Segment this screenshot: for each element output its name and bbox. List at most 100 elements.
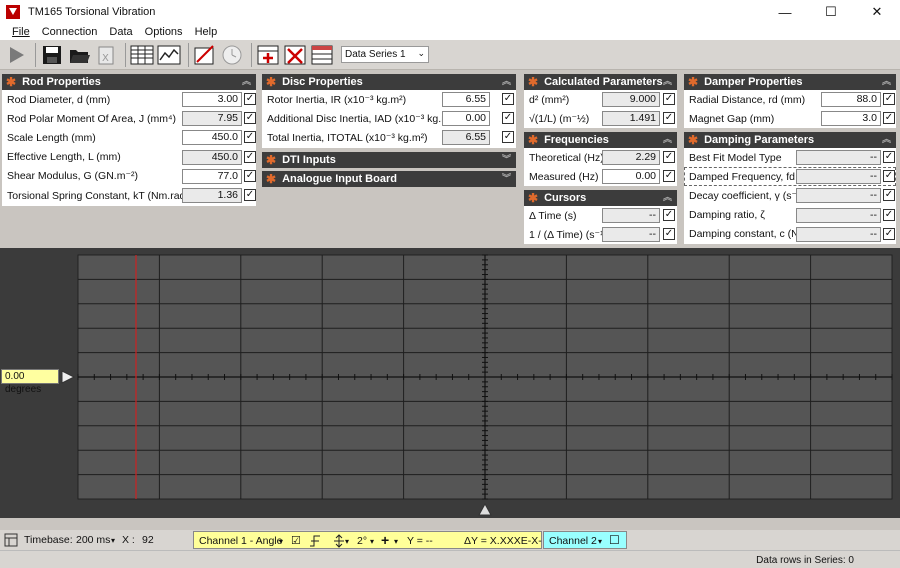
checkbox-checked-icon[interactable]: ✓ (663, 112, 675, 125)
plot-area[interactable] (0, 248, 900, 518)
field-value[interactable]: 450.0 (182, 130, 242, 146)
disc-properties-header[interactable]: ✱ Disc Properties ︽ (262, 74, 516, 90)
panel-title: Frequencies (544, 134, 609, 146)
menu-data[interactable]: Data (103, 26, 138, 38)
disc-row: Rotor Inertia, IR (x10⁻³ kg.m²) 6.55 ✓ (262, 90, 516, 109)
chevron-down-icon[interactable]: ▾ (370, 537, 374, 546)
field-label: d² (mm²) (529, 93, 570, 106)
field-value: -- (796, 150, 881, 165)
checkbox-checked-icon[interactable]: ✓ (883, 208, 895, 221)
open-button[interactable] (67, 43, 91, 67)
checkbox-checked-icon[interactable]: ✓ (244, 150, 256, 163)
frequencies-header[interactable]: ✱ Frequencies ︽ (524, 132, 677, 148)
freq-row: Theoretical (Hz) 2.29 ✓ (524, 148, 677, 167)
oscilloscope-plot[interactable] (0, 248, 900, 518)
y-marker-arrow-icon[interactable] (61, 370, 76, 384)
play-button[interactable] (4, 43, 28, 67)
checkbox-checked-icon[interactable]: ☑ (291, 534, 301, 547)
checkbox-checked-icon[interactable]: ✓ (883, 93, 895, 105)
collapse-icon[interactable]: ︽ (242, 74, 251, 87)
expand-icon[interactable]: ︾ (502, 152, 511, 165)
save-button[interactable] (40, 43, 64, 67)
analogue-input-header[interactable]: ✱ Analogue Input Board ︾ (262, 171, 516, 187)
clear-graph-button[interactable] (193, 43, 217, 67)
checkbox-checked-icon[interactable]: ✓ (244, 93, 256, 105)
cursors-header[interactable]: ✱ Cursors ︽ (524, 190, 677, 206)
rod-properties-header[interactable]: ✱ Rod Properties ︽ (2, 74, 256, 90)
calculated-parameters-header[interactable]: ✱ Calculated Parameters ︽ (524, 74, 677, 90)
field-value[interactable]: 0.00 (442, 111, 490, 127)
checkbox-checked-icon[interactable]: ✓ (883, 189, 895, 202)
panel-title: Cursors (544, 192, 587, 204)
checkbox-checked-icon[interactable]: ✓ (663, 170, 675, 183)
export-excel-button[interactable]: X (94, 43, 118, 67)
checkbox-checked-icon[interactable]: ✓ (244, 112, 256, 125)
x-marker-arrow-icon[interactable] (478, 502, 492, 516)
checkbox-checked-icon[interactable]: ✓ (244, 188, 256, 201)
checkbox-checked-icon[interactable]: ✓ (663, 151, 675, 163)
damping-parameters-header[interactable]: ✱ Damping Parameters ︽ (684, 132, 896, 148)
series-settings-button[interactable] (310, 43, 334, 67)
cursors-row: Δ Time (s) -- ✓ (524, 206, 677, 225)
table-view-button[interactable] (130, 43, 154, 67)
checkbox-checked-icon[interactable]: ✓ (883, 151, 895, 163)
field-label: Effective Length, L (mm) (7, 151, 121, 164)
trigger-icon[interactable] (309, 534, 321, 548)
checkbox-checked-icon[interactable]: ✓ (244, 131, 256, 144)
dti-inputs-header[interactable]: ✱ DTI Inputs ︾ (262, 152, 516, 168)
channel-2-select[interactable]: Channel 2 (549, 535, 597, 547)
collapse-icon[interactable]: ︽ (663, 190, 672, 203)
menu-options[interactable]: Options (139, 26, 189, 38)
data-series-select[interactable]: Data Series 1 ⌄ (341, 46, 429, 63)
checkbox-checked-icon[interactable]: ✓ (502, 93, 514, 105)
chevron-down-icon[interactable]: ▾ (279, 537, 283, 546)
close-button[interactable]: ✕ (854, 0, 900, 24)
checkbox-checked-icon[interactable]: ✓ (663, 209, 675, 221)
checkbox-checked-icon[interactable]: ✓ (502, 112, 514, 125)
collapse-icon[interactable]: ︽ (882, 132, 891, 145)
checkbox-checked-icon[interactable]: ✓ (244, 169, 256, 182)
expand-icon[interactable]: ︾ (502, 171, 511, 184)
field-value[interactable]: 77.0 (182, 168, 242, 184)
chevron-down-icon[interactable]: ▾ (394, 537, 398, 546)
timer-button[interactable] (220, 43, 244, 67)
collapse-icon[interactable]: ︽ (882, 74, 891, 87)
channel-1-select[interactable]: Channel 1 - Angle (199, 535, 282, 547)
chevron-down-icon[interactable]: ▾ (345, 537, 349, 546)
damper-properties-header[interactable]: ✱ Damper Properties ︽ (684, 74, 896, 90)
minimize-button[interactable]: — (762, 0, 808, 24)
vertical-scale-icon[interactable] (333, 534, 345, 548)
menu-file[interactable]: File (6, 26, 36, 38)
chevron-down-icon[interactable]: ▾ (598, 537, 602, 546)
folder-open-icon (70, 49, 90, 63)
collapse-icon[interactable]: ︽ (502, 74, 511, 87)
delete-series-button[interactable] (283, 43, 307, 67)
field-value[interactable]: 3.0 (821, 111, 881, 127)
collapse-icon[interactable]: ︽ (663, 132, 672, 145)
field-value[interactable]: 88.0 (821, 92, 881, 107)
layout-icon[interactable] (4, 533, 18, 547)
add-series-button[interactable] (256, 43, 280, 67)
checkbox-checked-icon[interactable]: ✓ (663, 228, 675, 241)
timebase-select[interactable]: 200 ms (76, 534, 110, 546)
graph-view-button[interactable] (157, 43, 181, 67)
crosshair-icon[interactable]: + (381, 532, 389, 548)
checkbox-checked-icon[interactable]: ✓ (883, 170, 895, 183)
checkbox-checked-icon[interactable]: ✓ (883, 112, 895, 125)
checkbox-checked-icon[interactable]: ✓ (663, 93, 675, 105)
cursors-panel: ✱ Cursors ︽ Δ Time (s) -- ✓ 1 / (Δ Time) (s… (524, 190, 677, 244)
field-value[interactable]: 0.00 (602, 169, 660, 185)
checkbox-checked-icon[interactable]: ✓ (883, 227, 895, 240)
menu-help[interactable]: Help (189, 26, 224, 38)
collapse-icon[interactable]: ︽ (663, 74, 672, 87)
maximize-button[interactable]: ☐ (808, 0, 854, 24)
scale-select[interactable]: 2° (357, 535, 367, 547)
checkbox-checked-icon[interactable]: ✓ (502, 131, 514, 144)
chevron-down-icon[interactable]: ▾ (111, 536, 115, 545)
menu-connection[interactable]: Connection (36, 26, 104, 38)
checkbox-unchecked-icon[interactable]: ☐ (609, 533, 620, 547)
field-value[interactable]: 6.55 (442, 92, 490, 107)
field-value[interactable]: 3.00 (182, 92, 242, 107)
panel-title: Rod Properties (22, 76, 101, 88)
rod-row: Effective Length, L (mm) 450.0 ✓ (2, 148, 256, 167)
